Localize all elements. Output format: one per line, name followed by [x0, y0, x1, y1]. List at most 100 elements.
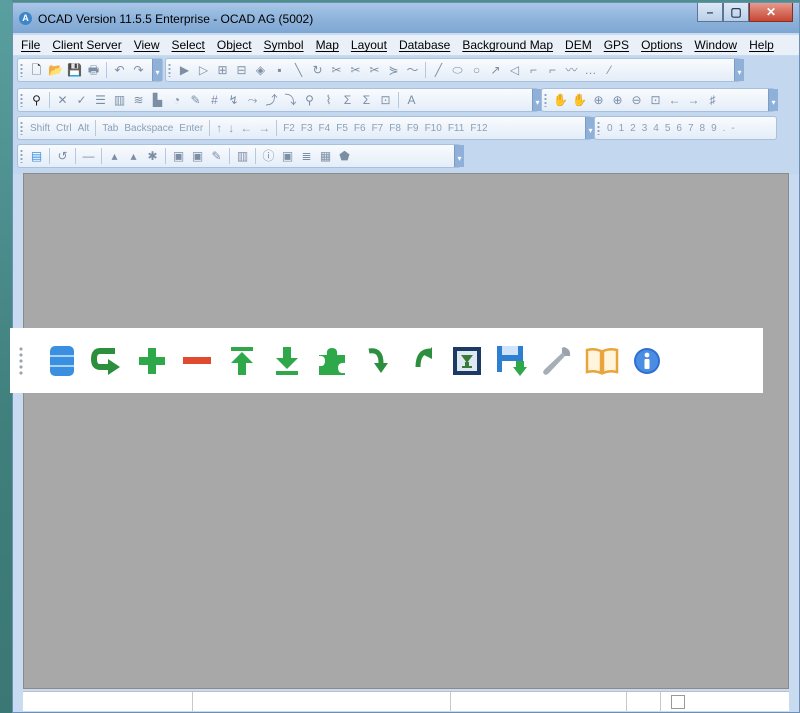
book-icon[interactable]: ▥ [235, 149, 250, 164]
form-icon[interactable]: ▣ [280, 149, 295, 164]
toolbar-grip[interactable] [544, 93, 547, 107]
text-icon[interactable]: A [404, 93, 419, 108]
symbol-icon[interactable]: ⚲ [302, 93, 317, 108]
key-f12[interactable]: F12 [470, 123, 487, 134]
undo-arrow-icon[interactable] [354, 338, 399, 383]
dash-point-icon[interactable]: ▪ [272, 63, 287, 78]
draw-freehand-icon[interactable]: 〰 [564, 63, 579, 78]
minus-icon[interactable]: — [81, 149, 96, 164]
save-download-icon[interactable]: ▣ [190, 149, 205, 164]
menu-layout[interactable]: Layout [345, 38, 393, 52]
minus-icon[interactable] [174, 338, 219, 383]
upload-icon[interactable] [219, 338, 264, 383]
book-icon[interactable] [579, 338, 624, 383]
draw-line-icon[interactable]: ╱ [431, 63, 446, 78]
key-ctrl[interactable]: Ctrl [56, 123, 72, 134]
draw-stair-icon[interactable]: ⌐ [545, 63, 560, 78]
key-down-arrow[interactable]: ↓ [228, 121, 234, 135]
key-9[interactable]: 9 [711, 123, 717, 134]
key-f11[interactable]: F11 [448, 123, 465, 134]
database-icon[interactable] [39, 338, 84, 383]
menu-dem[interactable]: DEM [559, 38, 598, 52]
reverse-icon[interactable]: ↯ [226, 93, 241, 108]
menu-select[interactable]: Select [166, 38, 211, 52]
plus-icon[interactable] [129, 338, 174, 383]
refresh-arrow-icon[interactable]: ↺ [55, 149, 70, 164]
database-icon[interactable]: ▤ [29, 149, 44, 164]
status-checkbox[interactable] [671, 695, 685, 709]
check-icon[interactable]: ✓ [74, 93, 89, 108]
menu-background-map[interactable]: Background Map [456, 38, 559, 52]
key-f2[interactable]: F2 [283, 123, 295, 134]
drag-pan-icon[interactable]: ✋ [572, 93, 587, 108]
key-f9[interactable]: F9 [407, 123, 419, 134]
cut-icon[interactable]: ✂ [329, 63, 344, 78]
merge-icon[interactable]: ⋟ [386, 63, 401, 78]
key-enter[interactable]: Enter [179, 123, 203, 134]
pie-icon[interactable]: ◔ [169, 93, 184, 108]
key-alt[interactable]: Alt [78, 123, 90, 134]
toolbar-grip[interactable] [20, 63, 23, 77]
smooth-icon[interactable]: ✎ [188, 93, 203, 108]
info-icon[interactable]: ⓘ [261, 149, 276, 164]
key-dot[interactable]: . [723, 123, 726, 134]
key-right-arrow[interactable]: → [258, 121, 270, 135]
toolbar-overflow-icon[interactable]: ▾ [734, 59, 744, 81]
toolbar-overflow-icon[interactable]: ▾ [152, 59, 162, 81]
unlock-icon[interactable]: ▴ [126, 149, 141, 164]
draw-circle-icon[interactable]: ○ [469, 63, 484, 78]
draw-dots-icon[interactable]: … [583, 63, 598, 78]
key-3[interactable]: 3 [642, 123, 648, 134]
key-2[interactable]: 2 [630, 123, 636, 134]
add-vertex-icon[interactable]: ⊞ [215, 63, 230, 78]
close-button[interactable]: ✕ [749, 3, 793, 22]
menu-view[interactable]: View [128, 38, 166, 52]
new-file-icon[interactable]: 🗋 [29, 63, 44, 78]
map-canvas[interactable] [23, 173, 789, 689]
title-bar[interactable]: A OCAD Version 11.5.5 Enterprise - OCAD … [13, 3, 799, 33]
forward-arrow-icon[interactable]: → [686, 93, 701, 108]
find-icon[interactable]: ⚲ [29, 93, 44, 108]
key-6[interactable]: 6 [676, 123, 682, 134]
cut-hole-icon[interactable]: ✂ [348, 63, 363, 78]
table-icon[interactable]: ▦ [318, 149, 333, 164]
rotate-icon[interactable]: ↻ [310, 63, 325, 78]
redo-icon[interactable]: ↷ [131, 63, 146, 78]
key-backspace[interactable]: Backspace [124, 123, 173, 134]
toolbar-overflow-icon[interactable]: ▾ [768, 89, 778, 111]
menu-map[interactable]: Map [310, 38, 345, 52]
straight-line-icon[interactable]: ╲ [291, 63, 306, 78]
parallel-icon[interactable]: ≋ [131, 93, 146, 108]
app-icon[interactable]: A [19, 12, 32, 25]
undo-icon[interactable]: ↶ [112, 63, 127, 78]
convert-icon[interactable]: ⤵ [283, 93, 298, 108]
maximize-button[interactable]: ▢ [723, 3, 749, 22]
sum-icon[interactable]: Σ [340, 93, 355, 108]
menu-database[interactable]: Database [393, 38, 456, 52]
info-icon[interactable] [624, 338, 669, 383]
key-f10[interactable]: F10 [425, 123, 442, 134]
menu-window[interactable]: Window [688, 38, 743, 52]
edit-object-icon[interactable]: ▶ [177, 63, 192, 78]
key-up-arrow[interactable]: ↑ [216, 121, 222, 135]
menu-client-server[interactable]: Client Server [46, 38, 127, 52]
menu-object[interactable]: Object [211, 38, 258, 52]
minimize-button[interactable]: – [697, 3, 723, 22]
corner-point-icon[interactable]: ◈ [253, 63, 268, 78]
fill-icon[interactable]: ▙ [150, 93, 165, 108]
draw-rectangle-icon[interactable]: ⌐ [526, 63, 541, 78]
menu-help[interactable]: Help [743, 38, 780, 52]
zoom-in-icon[interactable]: ⊕ [591, 93, 606, 108]
draw-curve-icon[interactable]: ↗ [488, 63, 503, 78]
redo-arrow-icon[interactable] [399, 338, 444, 383]
key-left-arrow[interactable]: ← [240, 121, 252, 135]
lock-icon[interactable]: ▴ [107, 149, 122, 164]
key-4[interactable]: 4 [653, 123, 659, 134]
key-0[interactable]: 0 [607, 123, 613, 134]
download-icon[interactable] [264, 338, 309, 383]
key-minus[interactable]: - [731, 123, 734, 134]
open-folder-icon[interactable]: 📂 [48, 63, 63, 78]
fill-border-icon[interactable]: ⌇ [321, 93, 336, 108]
menu-symbol[interactable]: Symbol [258, 38, 310, 52]
grid-icon[interactable]: # [207, 93, 222, 108]
